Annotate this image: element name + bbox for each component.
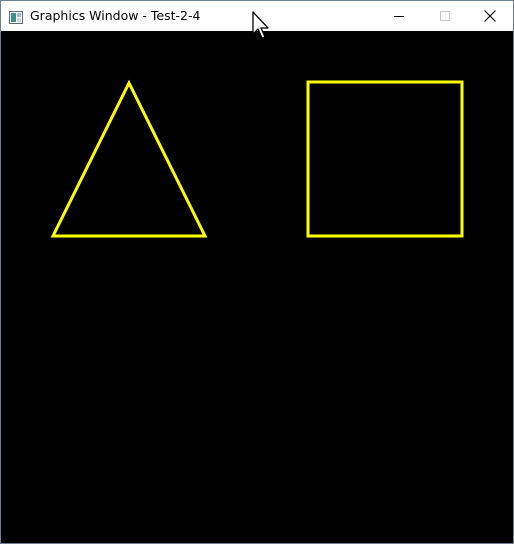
arrow-cursor-icon (252, 11, 269, 39)
minimize-button[interactable] (376, 1, 422, 31)
window-title: Graphics Window - Test-2-4 (30, 8, 201, 23)
maximize-icon (440, 11, 450, 21)
drawing-canvas[interactable] (1, 31, 513, 543)
maximize-button[interactable] (422, 1, 468, 31)
graphics-window: Graphics Window - Test-2-4 (0, 0, 514, 544)
close-icon (484, 10, 496, 22)
minimize-icon (394, 16, 404, 17)
app-icon (9, 9, 23, 24)
yellow-square (306, 80, 464, 238)
yellow-triangle (50, 79, 208, 238)
close-button[interactable] (467, 1, 513, 31)
canvas-drawing (50, 79, 464, 238)
